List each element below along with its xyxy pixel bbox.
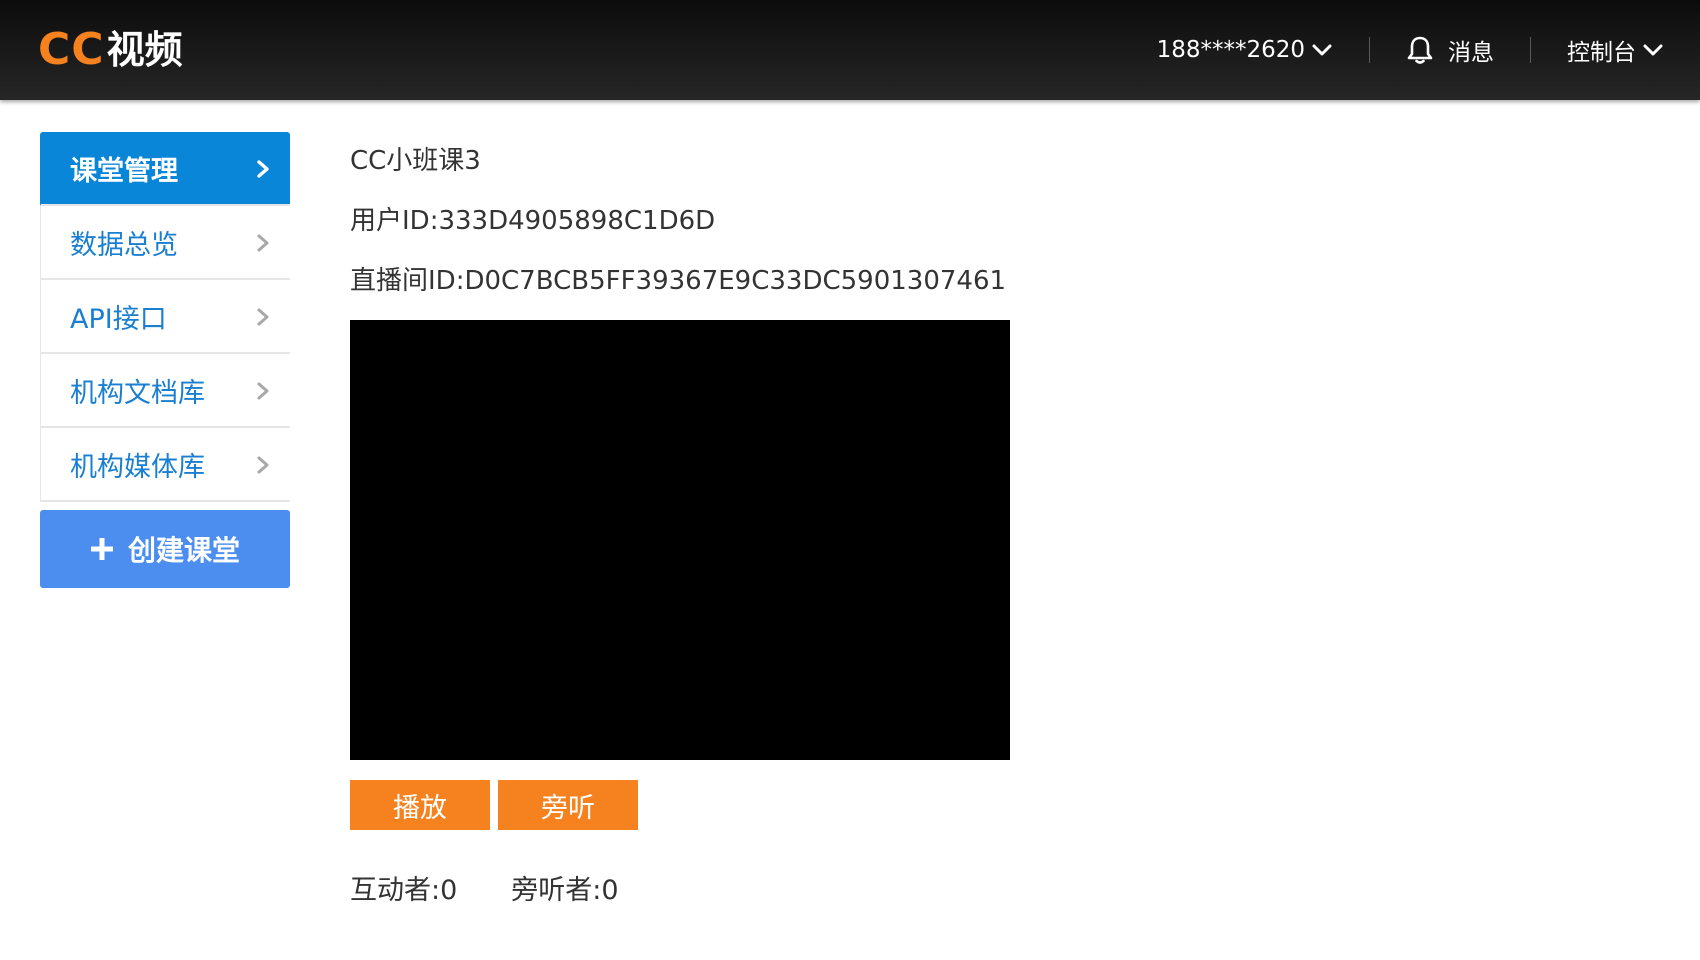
header-divider [1530,37,1531,63]
sidebar-item-classroom-management[interactable]: 课堂管理 [40,132,290,206]
sidebar-item-media-library[interactable]: 机构媒体库 [40,428,290,502]
bell-icon [1407,36,1433,64]
plus-icon [90,538,113,560]
chevron-right-icon [257,160,269,178]
sidebar-item-label: 机构文档库 [70,377,205,409]
chevron-right-icon [257,382,269,400]
video-player[interactable] [350,320,1010,760]
sidebar-item-data-overview[interactable]: 数据总览 [40,206,290,280]
sidebar-item-document-library[interactable]: 机构文档库 [40,354,290,428]
create-classroom-button[interactable]: 创建课堂 [40,510,290,588]
console-menu[interactable]: 控制台 [1567,0,1664,100]
cc-video-logo[interactable]: CC 视频 [38,26,183,74]
sidebar-item-label: 机构媒体库 [70,451,205,483]
user-account-menu[interactable]: 188****2620 [1157,0,1333,100]
logo-video-text: 视频 [106,28,183,72]
user-phone-label: 188****2620 [1156,37,1305,63]
room-name: CC小班课3 [350,146,481,176]
participant-stats: 互动者:0 旁听者:0 [350,868,619,907]
header-actions: 188****2620 消息 控制台 [1157,0,1700,100]
sidebar-item-label: API接口 [70,303,167,335]
messages-label: 消息 [1448,40,1494,66]
create-classroom-label: 创建课堂 [127,534,240,567]
header-divider [1369,37,1370,63]
messages-link[interactable]: 消息 [1406,0,1494,100]
play-button[interactable]: 播放 [350,780,490,830]
live-room-id: 直播间ID:D0C7BCB5FF39367E9C33DC5901307461 [350,266,1007,296]
sidebar-nav: 课堂管理 数据总览 API接口 机构文档库 机构媒体库 创建课堂 [40,132,290,588]
sidebar-item-api[interactable]: API接口 [40,280,290,354]
console-label: 控制台 [1567,40,1636,66]
chevron-right-icon [257,456,269,474]
sidebar-item-label: 数据总览 [70,229,178,261]
sidebar-item-label: 课堂管理 [70,155,178,187]
player-controls: 播放 旁听 [350,780,638,830]
interactor-count: 互动者:0 [350,875,458,906]
user-id: 用户ID:333D4905898C1D6D [350,206,716,236]
listen-button[interactable]: 旁听 [498,780,638,830]
logo-cc-text: CC [38,24,105,75]
chevron-down-icon [1643,44,1663,56]
chevron-right-icon [257,308,269,326]
classroom-detail: CC小班课3 用户ID:333D4905898C1D6D 直播间ID:D0C7B… [350,138,1010,906]
chevron-down-icon [1312,44,1332,56]
listener-count: 旁听者:0 [511,875,619,906]
chevron-right-icon [257,234,269,252]
top-navbar: CC 视频 188****2620 消息 控制台 [0,0,1700,100]
